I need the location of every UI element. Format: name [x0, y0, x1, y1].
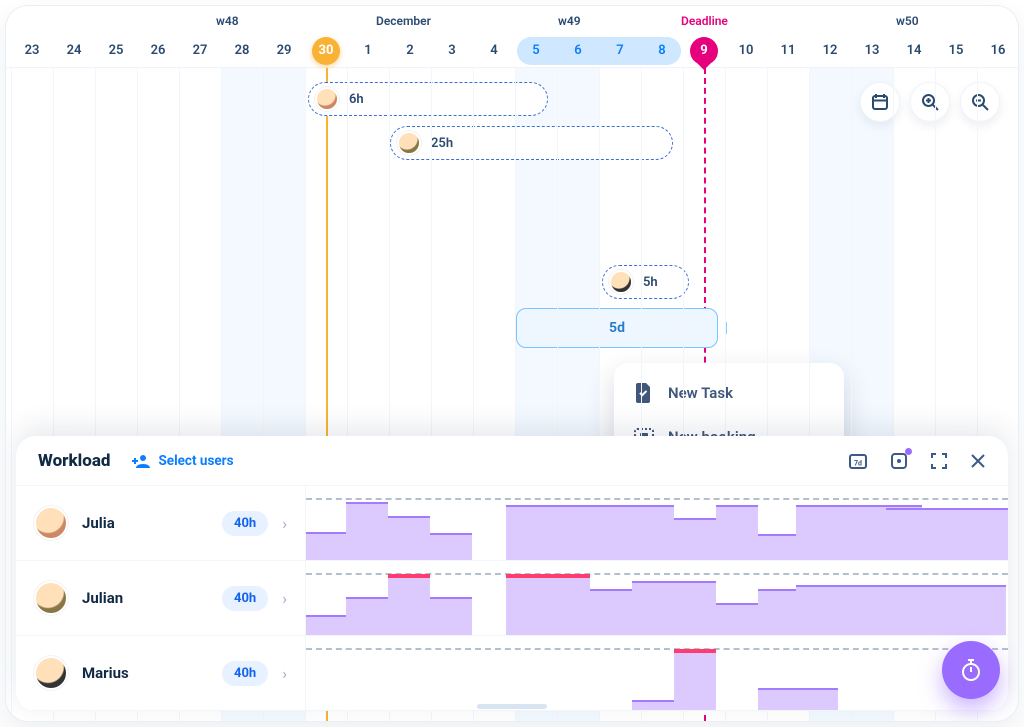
user-name: Marius — [82, 664, 208, 682]
task-duration: 6h — [349, 92, 364, 107]
users-icon — [132, 454, 150, 468]
timer-fab[interactable] — [942, 641, 1000, 699]
avatar-marius — [609, 270, 633, 294]
avatar — [34, 506, 68, 540]
day-cell[interactable]: 8 — [641, 34, 683, 68]
notification-icon[interactable] — [890, 452, 908, 470]
day-cell[interactable]: 10 — [725, 34, 767, 68]
capacity-chip[interactable]: 40h — [222, 661, 268, 686]
task-duration: 5d — [609, 320, 625, 336]
workload-panel: Workload Select users 7d — [16, 436, 1008, 711]
chevron-right-icon[interactable]: › — [282, 589, 287, 608]
task-bar[interactable]: 5h — [602, 265, 689, 299]
day-cell[interactable]: 7 — [599, 34, 641, 68]
day-cell[interactable]: 15 — [935, 34, 977, 68]
user-name: Julia — [82, 514, 208, 532]
avatar — [34, 581, 68, 615]
week-label: w48 — [216, 14, 239, 28]
avatar-julia — [315, 87, 339, 111]
day-cell[interactable]: 25 — [95, 34, 137, 68]
fullscreen-icon[interactable] — [930, 452, 948, 470]
user-name: Julian — [82, 589, 208, 607]
close-icon[interactable] — [970, 453, 986, 469]
day-cell[interactable]: 4 — [473, 34, 515, 68]
today-marker[interactable]: 30 — [312, 37, 340, 65]
workload-row: Julian 40h › — [16, 561, 1008, 636]
day-cell[interactable]: 24 — [53, 34, 95, 68]
week-label: w50 — [896, 14, 919, 28]
task-bar[interactable]: 6h — [308, 82, 548, 116]
workload-row: Julia 40h › — [16, 486, 1008, 561]
zoom-out-button[interactable] — [960, 82, 1000, 122]
chevron-right-icon[interactable]: › — [282, 664, 287, 683]
task-bar[interactable]: 25h — [390, 126, 673, 160]
day-cell[interactable]: 12 — [809, 34, 851, 68]
calendar-button[interactable] — [860, 82, 900, 122]
capacity-chip[interactable]: 40h — [222, 586, 268, 611]
timeline-weeks-row: w48 December w49 Deadline w50 — [6, 6, 1018, 34]
scrollbar-thumb[interactable] — [477, 704, 547, 709]
day-cell[interactable]: 5 — [515, 34, 557, 68]
day-cell[interactable]: 11 — [767, 34, 809, 68]
svg-text:7d: 7d — [854, 459, 862, 467]
deadline-label: Deadline — [681, 14, 728, 28]
day-cell[interactable]: 16 — [977, 34, 1018, 68]
workload-chart[interactable] — [306, 561, 1008, 635]
month-label: December — [376, 14, 431, 28]
day-cell[interactable]: 28 — [221, 34, 263, 68]
day-cell[interactable]: 1 — [347, 34, 389, 68]
day-cell[interactable]: 3 — [431, 34, 473, 68]
deadline-marker[interactable]: 9 — [690, 37, 718, 65]
capacity-chip[interactable]: 40h — [222, 511, 268, 536]
workload-chart[interactable] — [306, 486, 1008, 560]
avatar — [34, 656, 68, 690]
week-span-icon[interactable]: 7d — [848, 452, 868, 470]
day-cell[interactable]: 29 — [263, 34, 305, 68]
day-cell[interactable]: 26 — [137, 34, 179, 68]
timeline-days-row[interactable]: 232425262728293012345678910111213141516 — [6, 34, 1018, 68]
zoom-in-button[interactable] — [910, 82, 950, 122]
day-cell[interactable]: 14 — [893, 34, 935, 68]
week-label: w49 — [558, 14, 581, 28]
timeline-header: w48 December w49 Deadline w50 2324252627… — [6, 6, 1018, 68]
day-cell[interactable]: 13 — [851, 34, 893, 68]
task-duration: 25h — [431, 136, 453, 151]
new-task-label: New Task — [668, 384, 733, 402]
workload-row: Marius 40h › — [16, 636, 1008, 711]
task-icon — [634, 383, 654, 403]
task-duration: 5h — [643, 275, 658, 290]
day-cell[interactable]: 6 — [557, 34, 599, 68]
day-cell[interactable]: 27 — [179, 34, 221, 68]
avatar-julian — [397, 131, 421, 155]
select-users-button[interactable]: Select users — [132, 453, 233, 469]
workload-chart[interactable] — [306, 636, 1008, 710]
notification-dot — [905, 448, 912, 455]
chevron-right-icon[interactable]: › — [282, 514, 287, 533]
workload-title: Workload — [38, 451, 110, 471]
workload-header: Workload Select users 7d — [16, 436, 1008, 486]
task-bar-solid[interactable]: 5d || — [516, 308, 718, 348]
select-users-label: Select users — [158, 453, 233, 469]
day-cell[interactable]: 2 — [389, 34, 431, 68]
day-cell[interactable]: 23 — [11, 34, 53, 68]
